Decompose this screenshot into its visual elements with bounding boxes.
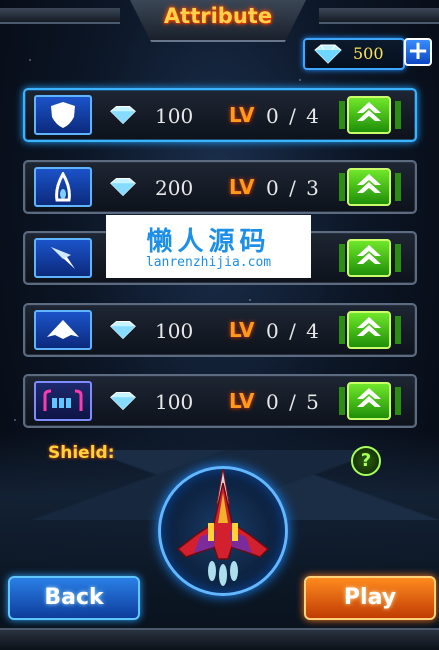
upgrade-frame-left	[339, 101, 345, 129]
upgrade-shield-button[interactable]	[347, 96, 391, 134]
upgrade-frame-right	[395, 316, 401, 344]
gem-count: 500	[353, 44, 384, 63]
back-button-label: Back	[44, 585, 104, 610]
back-button[interactable]: Back	[8, 576, 140, 620]
diamond-icon	[107, 105, 139, 129]
level-progress: 0 / 4	[266, 104, 321, 128]
upgrade-laser-button[interactable]	[347, 239, 391, 277]
level-label: LV	[229, 103, 255, 127]
page-title: Attribute	[163, 4, 273, 28]
upgrade-row-missile: 200 LV 0 / 3	[23, 160, 417, 214]
upgrade-frame-right	[395, 387, 401, 415]
watermark-banner: 懒人源码 lanrenzhijia.com	[106, 215, 311, 278]
level-label: LV	[229, 389, 255, 413]
level-up-icon	[355, 315, 383, 345]
laser-icon	[34, 238, 92, 278]
play-button[interactable]: Play	[304, 576, 436, 620]
upgrade-row-energy: 100 LV 0 / 5	[23, 374, 417, 428]
wing-icon	[34, 310, 92, 350]
upgrade-wing-button[interactable]	[347, 311, 391, 349]
add-gems-button[interactable]: +	[404, 38, 432, 66]
upgrade-price: 100	[155, 390, 194, 414]
energy-bar-icon	[34, 381, 92, 421]
bottom-rail	[0, 628, 439, 650]
upgrade-row-wing: 100 LV 0 / 4	[23, 303, 417, 357]
watermark-url: lanrenzhijia.com	[145, 255, 272, 270]
upgrade-missile-button[interactable]	[347, 168, 391, 206]
missile-icon	[34, 167, 92, 207]
upgrade-price: 200	[155, 176, 194, 200]
level-up-icon	[355, 243, 383, 273]
upgrade-row-shield: 100 LV 0 / 4	[23, 88, 417, 142]
level-label: LV	[229, 175, 255, 199]
level-progress: 0 / 4	[266, 319, 321, 343]
fighter-ship-icon	[170, 463, 276, 597]
shield-icon	[34, 95, 92, 135]
upgrade-frame-left	[339, 387, 345, 415]
upgrade-frame-left	[339, 244, 345, 272]
upgrade-frame-left	[339, 316, 345, 344]
play-button-label: Play	[343, 585, 397, 610]
upgrade-frame-right	[395, 173, 401, 201]
diamond-icon	[107, 177, 139, 201]
level-label: LV	[229, 318, 255, 342]
gem-counter: 500	[303, 38, 405, 70]
header-rail-left	[0, 8, 120, 24]
diamond-icon	[311, 44, 345, 68]
upgrade-frame-right	[395, 244, 401, 272]
level-up-icon	[355, 172, 383, 202]
watermark-title: 懒人源码	[146, 227, 271, 257]
upgrade-price: 100	[155, 319, 194, 343]
diamond-icon	[107, 320, 139, 344]
level-progress: 0 / 5	[266, 390, 321, 414]
diamond-icon	[107, 391, 139, 415]
header-rail-right	[319, 8, 439, 24]
upgrade-energy-button[interactable]	[347, 382, 391, 420]
level-up-icon	[355, 100, 383, 130]
level-up-icon	[355, 386, 383, 416]
upgrade-price: 100	[155, 104, 194, 128]
level-progress: 0 / 3	[266, 176, 321, 200]
upgrade-frame-left	[339, 173, 345, 201]
help-button[interactable]: ?	[351, 446, 381, 476]
upgrade-frame-right	[395, 101, 401, 129]
shield-label: Shield:	[48, 443, 115, 463]
